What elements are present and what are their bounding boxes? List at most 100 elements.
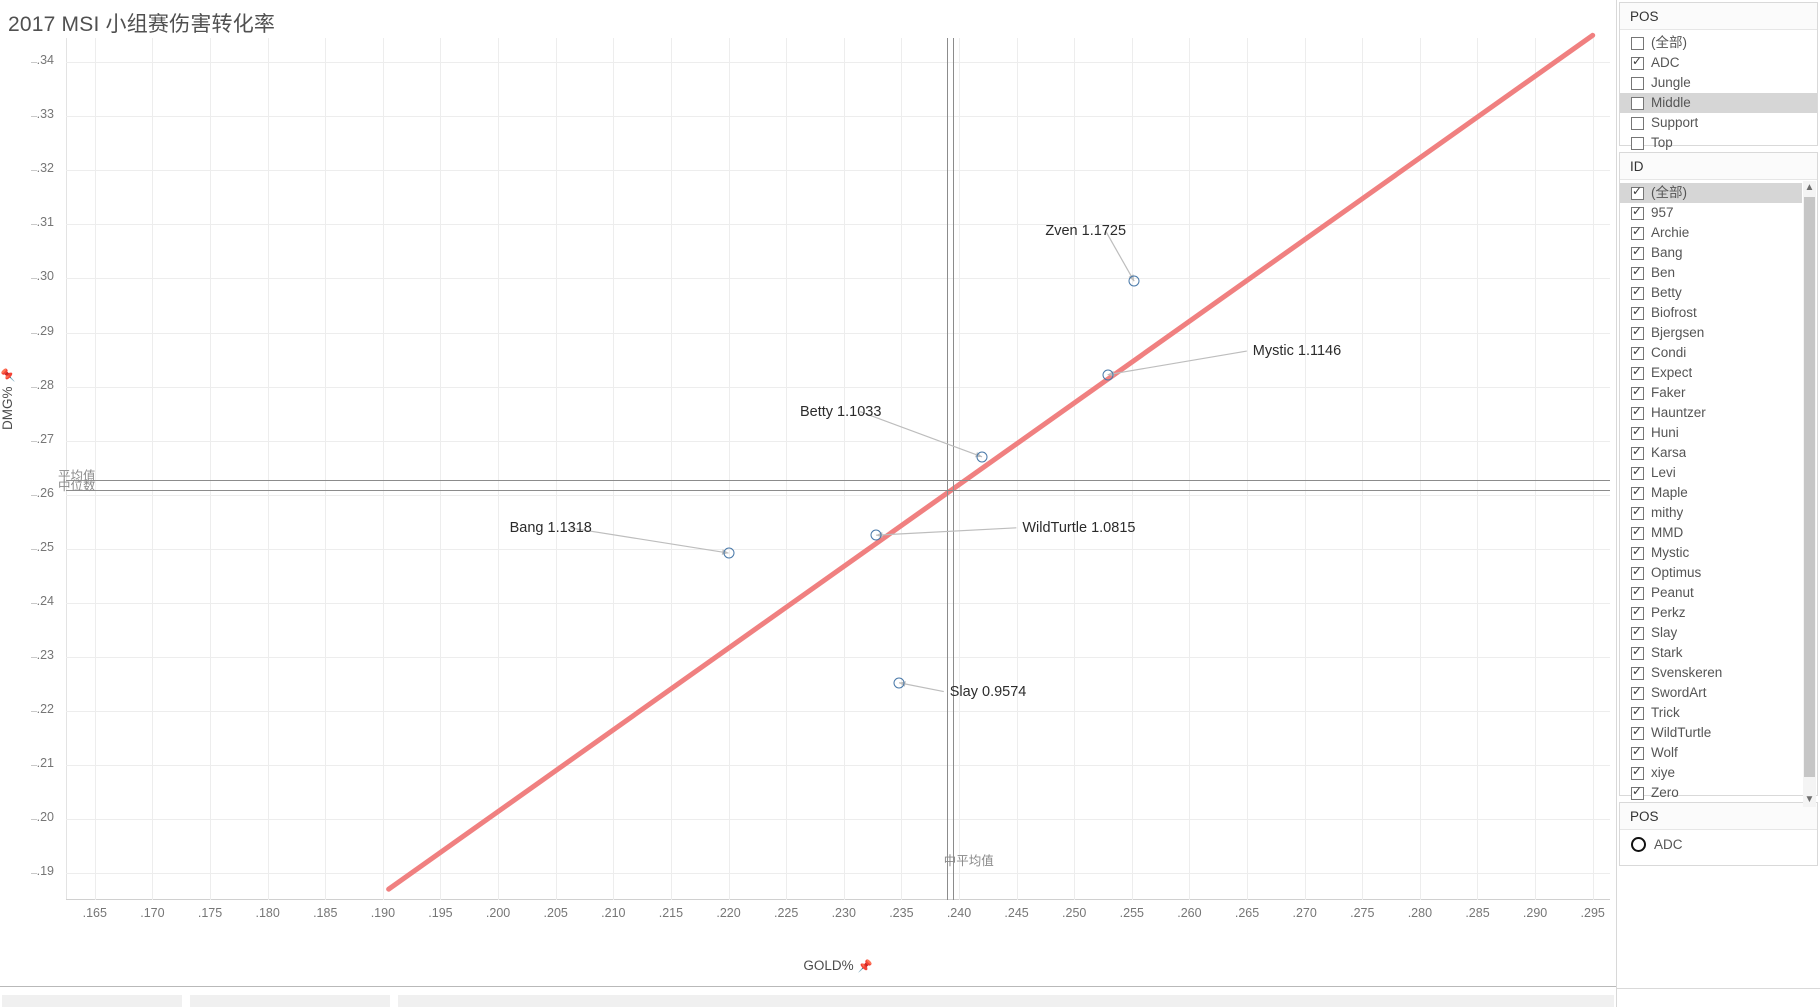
id-filter-item[interactable]: Expect xyxy=(1620,363,1802,383)
chevron-up-icon[interactable]: ▲ xyxy=(1803,181,1816,195)
checkbox-checked-icon[interactable] xyxy=(1631,584,1644,600)
id-filter-item[interactable]: 957 xyxy=(1620,203,1802,223)
checkbox-checked-icon[interactable] xyxy=(1631,264,1644,280)
data-point[interactable] xyxy=(976,451,988,463)
id-filter-item[interactable]: Zero xyxy=(1620,783,1802,803)
checkbox-checked-icon[interactable] xyxy=(1631,304,1644,320)
scrollbar-thumb[interactable] xyxy=(1804,197,1815,777)
scatter-plot-canvas[interactable]: 平均值 中位数 中平均值 Zven 1.1725 Mystic 1.1146 Betty… xyxy=(30,32,1610,920)
id-filter-item[interactable]: Ben xyxy=(1620,263,1802,283)
checkbox-checked-icon[interactable] xyxy=(1631,364,1644,380)
data-point-label[interactable]: Mystic 1.1146 xyxy=(1253,343,1341,359)
reference-line-vertical[interactable] xyxy=(946,38,948,900)
checkbox-checked-icon[interactable] xyxy=(1631,404,1644,420)
pos-filter-item[interactable]: Middle xyxy=(1620,93,1817,113)
data-point[interactable] xyxy=(893,677,905,689)
checkbox-checked-icon[interactable] xyxy=(1631,544,1644,560)
id-filter-item[interactable]: Huni xyxy=(1620,423,1802,443)
checkbox-checked-icon[interactable] xyxy=(1631,684,1644,700)
pos-filter-item[interactable]: Top xyxy=(1620,133,1817,153)
checkbox-checked-icon[interactable] xyxy=(1631,764,1644,780)
data-point-label[interactable]: Betty 1.1033 xyxy=(800,404,881,420)
checkbox-checked-icon[interactable] xyxy=(1631,624,1644,640)
id-filter-item[interactable]: Archie xyxy=(1620,223,1802,243)
checkbox-checked-icon[interactable] xyxy=(1631,324,1644,340)
checkbox-checked-icon[interactable] xyxy=(1631,744,1644,760)
id-filter-item[interactable]: Mystic xyxy=(1620,543,1802,563)
checkbox-checked-icon[interactable] xyxy=(1631,464,1644,480)
pos-filter-item[interactable]: Support xyxy=(1620,113,1817,133)
legend-item[interactable]: ADC xyxy=(1620,833,1817,856)
checkbox-checked-icon[interactable] xyxy=(1631,604,1644,620)
data-point[interactable] xyxy=(1128,275,1140,287)
y-axis-title[interactable]: DMG% 📌 xyxy=(0,368,15,430)
checkbox-checked-icon[interactable] xyxy=(1631,54,1644,70)
reference-line-vertical[interactable] xyxy=(952,38,954,900)
checkbox-checked-icon[interactable] xyxy=(1631,384,1644,400)
id-filter-item[interactable]: (全部) xyxy=(1620,183,1802,203)
id-filter-item[interactable]: Svenskeren xyxy=(1620,663,1802,683)
id-filter-item[interactable]: Slay xyxy=(1620,623,1802,643)
id-filter-item[interactable]: Peanut xyxy=(1620,583,1802,603)
checkbox-checked-icon[interactable] xyxy=(1631,484,1644,500)
bottom-tab-strip[interactable] xyxy=(0,995,1616,1007)
tab-chip[interactable] xyxy=(190,995,390,1007)
id-filter-item[interactable]: xiye xyxy=(1620,763,1802,783)
id-filter-item[interactable]: Wolf xyxy=(1620,743,1802,763)
checkbox-checked-icon[interactable] xyxy=(1631,664,1644,680)
pos-filter-item[interactable]: Jungle xyxy=(1620,73,1817,93)
data-point[interactable] xyxy=(1102,369,1114,381)
id-filter-item[interactable]: Faker xyxy=(1620,383,1802,403)
tab-chip[interactable] xyxy=(398,995,1614,1007)
pos-filter-item[interactable]: ADC xyxy=(1620,53,1817,73)
id-filter-list[interactable]: (全部) 957 Archie Bang Ben Betty Biofrost Bjergse… xyxy=(1620,180,1817,808)
checkbox-icon[interactable] xyxy=(1631,136,1644,150)
pos-filter-list[interactable]: (全部) ADC Jungle Middle Support Top xyxy=(1620,30,1817,158)
checkbox-checked-icon[interactable] xyxy=(1631,224,1644,240)
data-point-label[interactable]: Slay 0.9574 xyxy=(950,684,1027,700)
pos-filter-item[interactable]: (全部) xyxy=(1620,33,1817,53)
checkbox-checked-icon[interactable] xyxy=(1631,344,1644,360)
data-point[interactable] xyxy=(870,529,882,541)
data-point-label[interactable]: Bang 1.1318 xyxy=(510,520,592,536)
checkbox-checked-icon[interactable] xyxy=(1631,284,1644,300)
checkbox-checked-icon[interactable] xyxy=(1631,784,1644,800)
id-list-scrollbar[interactable]: ▲ ▼ xyxy=(1803,181,1816,807)
id-filter-item[interactable]: Trick xyxy=(1620,703,1802,723)
id-filter-item[interactable]: Biofrost xyxy=(1620,303,1802,323)
id-filter-item[interactable]: Betty xyxy=(1620,283,1802,303)
id-filter-item[interactable]: WildTurtle xyxy=(1620,723,1802,743)
pos-legend-list[interactable]: ADC xyxy=(1620,830,1817,861)
id-filter-item[interactable]: Perkz xyxy=(1620,603,1802,623)
checkbox-icon[interactable] xyxy=(1631,116,1644,130)
chevron-down-icon[interactable]: ▼ xyxy=(1803,793,1816,807)
id-filter-item[interactable]: Optimus xyxy=(1620,563,1802,583)
id-filter-item[interactable]: Levi xyxy=(1620,463,1802,483)
checkbox-icon[interactable] xyxy=(1631,76,1644,90)
id-filter-item[interactable]: Condi xyxy=(1620,343,1802,363)
id-filter-item[interactable]: Hauntzer xyxy=(1620,403,1802,423)
id-filter-item[interactable]: Stark xyxy=(1620,643,1802,663)
x-axis-title[interactable]: GOLD% 📌 xyxy=(66,958,1610,973)
data-point[interactable] xyxy=(723,547,735,559)
checkbox-checked-icon[interactable] xyxy=(1631,204,1644,220)
id-filter-item[interactable]: Bang xyxy=(1620,243,1802,263)
checkbox-icon[interactable] xyxy=(1631,96,1644,110)
checkbox-icon[interactable] xyxy=(1631,36,1644,50)
checkbox-checked-icon[interactable] xyxy=(1631,724,1644,740)
checkbox-checked-icon[interactable] xyxy=(1631,244,1644,260)
checkbox-checked-icon[interactable] xyxy=(1631,644,1644,660)
reference-line-horizontal[interactable] xyxy=(66,490,1610,492)
reference-line-horizontal[interactable] xyxy=(66,479,1610,481)
checkbox-checked-icon[interactable] xyxy=(1631,564,1644,580)
id-filter-item[interactable]: MMD xyxy=(1620,523,1802,543)
id-filter-item[interactable]: Bjergsen xyxy=(1620,323,1802,343)
data-point-label[interactable]: WildTurtle 1.0815 xyxy=(1022,520,1135,536)
checkbox-checked-icon[interactable] xyxy=(1631,524,1644,540)
checkbox-checked-icon[interactable] xyxy=(1631,444,1644,460)
checkbox-checked-icon[interactable] xyxy=(1631,424,1644,440)
tab-chip[interactable] xyxy=(2,995,182,1007)
checkbox-checked-icon[interactable] xyxy=(1631,184,1644,200)
id-filter-item[interactable]: Karsa xyxy=(1620,443,1802,463)
checkbox-checked-icon[interactable] xyxy=(1631,504,1644,520)
